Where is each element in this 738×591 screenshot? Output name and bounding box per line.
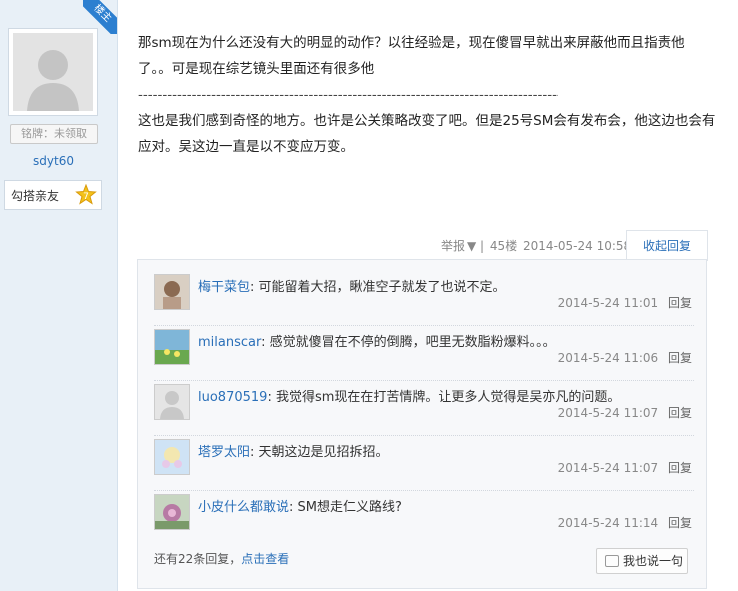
reply-item: 塔罗太阳: 天朝这边是见招拆招。 2014-5-24 11:07 回复 [154,439,694,493]
author-username[interactable]: sdyt60 [0,154,107,168]
reply-meta: 2014-5-24 11:07 回复 [558,459,692,476]
reply-divider [154,380,694,381]
reply-content: 我觉得sm现在在打苦情牌。让更多人觉得是吴亦凡的问题。 [275,390,621,405]
reply-content: 感觉就傻冒在不停的倒腾，吧里无数脂粉爆料。。。 [269,335,556,350]
reply-meta: 2014-5-24 11:06 回复 [558,349,692,366]
reply-panel: 梅干菜包: 可能留着大招，瞅准空子就发了也说不定。 2014-5-24 11:0… [137,259,707,589]
reply-avatar[interactable] [154,439,190,475]
reply-text: 小皮什么都敢说: SM想走仁义路线? [198,500,402,515]
reply-divider [154,435,694,436]
reply-time: 2014-5-24 11:06 [557,351,659,365]
reply-username[interactable]: milanscar [198,335,261,350]
reply-text: 塔罗太阳: 天朝这边是见招拆招。 [198,445,389,460]
reply-username[interactable]: 塔罗太阳 [198,445,250,460]
level-star-icon: 7 [75,183,97,206]
reply-button[interactable]: 回复 [668,461,692,475]
reply-meta: 2014-5-24 11:14 回复 [558,514,692,531]
default-avatar-icon [13,33,93,111]
floor-number: 45楼 [489,239,518,253]
reply-item: 梅干菜包: 可能留着大招，瞅准空子就发了也说不定。 2014-5-24 11:0… [154,274,694,328]
reply-content: 天朝这边是见招拆招。 [258,445,389,460]
reply-button[interactable]: 回复 [668,296,692,310]
post-datetime: 2014-05-24 10:58 [523,239,632,253]
medal-button[interactable]: 铭牌：未领取 [10,124,98,144]
reply-button[interactable]: 回复 [668,516,692,530]
reply-item: luo870519: 我觉得sm现在在打苦情牌。让更多人觉得是吴亦凡的问题。 2… [154,384,694,438]
reply-avatar[interactable] [154,494,190,530]
author-sidebar: 楼主 铭牌：未领取 sdyt60 勾搭亲友 7 [0,0,118,591]
reply-content: SM想走仁义路线? [297,500,402,515]
post-paragraph: 这也是我们感到奇怪的地方。也许是公关策略改变了吧。但是25号SM会有发布会，他这… [138,113,716,155]
reply-avatar[interactable] [154,329,190,365]
collapse-replies-button[interactable]: 收起回复 [626,230,708,261]
comment-icon [605,555,619,567]
reply-item: 小皮什么都敢说: SM想走仁义路线? 2014-5-24 11:14 回复 [154,494,694,548]
more-replies: 还有22条回复，点击查看 [154,550,289,567]
thread-starter-badge: 楼主 [83,0,117,34]
reply-time: 2014-5-24 11:01 [557,296,659,310]
friend-label: 勾搭亲友 [11,189,60,203]
reply-divider [154,325,694,326]
post-meta: 举报 ▼ | 45楼 2014-05-24 10:58 [441,239,632,253]
view-more-link[interactable]: 点击查看 [241,552,289,566]
post-content: 那sm现在为什么还没有大的明显的动作？以往经验是，现在傻冒早就出来屏蔽他而且指责… [138,30,718,160]
reply-time: 2014-5-24 11:14 [557,516,659,530]
reply-avatar[interactable] [154,384,190,420]
friend-button[interactable]: 勾搭亲友 7 [4,180,102,210]
reply-content: 可能留着大招，瞅准空子就发了也说不定。 [258,280,506,295]
reply-text: luo870519: 我觉得sm现在在打苦情牌。让更多人觉得是吴亦凡的问题。 [198,390,621,405]
author-avatar[interactable] [8,28,98,116]
reply-button[interactable]: 回复 [668,406,692,420]
post-paragraph: 那sm现在为什么还没有大的明显的动作？以往经验是，现在傻冒早就出来屏蔽他而且指责… [138,35,685,77]
reply-username[interactable]: 小皮什么都敢说 [198,500,289,515]
add-reply-button[interactable]: 我也说一句 [596,548,688,574]
reply-username[interactable]: luo870519 [198,390,267,405]
reply-divider [154,490,694,491]
reply-username[interactable]: 梅干菜包 [198,280,250,295]
add-reply-label: 我也说一句 [623,554,684,568]
reply-avatar[interactable] [154,274,190,310]
post-separator: ----------------------------------------… [138,87,558,103]
reply-button[interactable]: 回复 [668,351,692,365]
reply-meta: 2014-5-24 11:07 回复 [558,404,692,421]
svg-text:7: 7 [83,192,89,202]
report-link[interactable]: 举报 [441,239,465,253]
reply-item: milanscar: 感觉就傻冒在不停的倒腾，吧里无数脂粉爆料。。。 2014-… [154,329,694,383]
reply-time: 2014-5-24 11:07 [557,406,659,420]
reply-text: milanscar: 感觉就傻冒在不停的倒腾，吧里无数脂粉爆料。。。 [198,335,556,350]
reply-text: 梅干菜包: 可能留着大招，瞅准空子就发了也说不定。 [198,280,506,295]
reply-time: 2014-5-24 11:07 [557,461,659,475]
reply-meta: 2014-5-24 11:01 回复 [558,294,692,311]
more-replies-count: 还有22条回复， [154,552,242,566]
